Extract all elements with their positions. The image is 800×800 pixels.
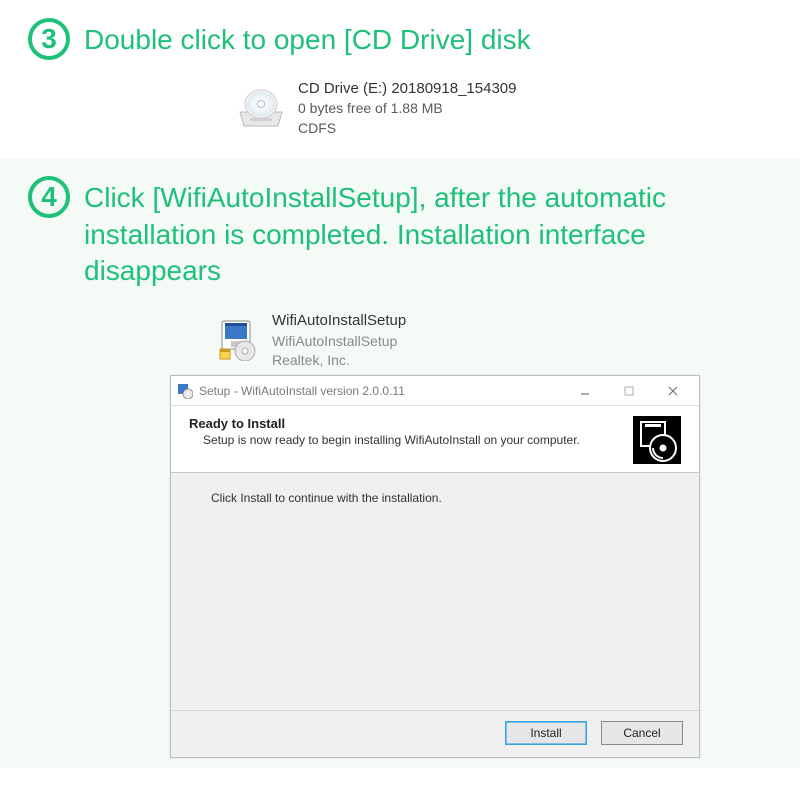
dialog-body-text: Click Install to continue with the insta… [211,491,671,505]
dialog-button-row: Install Cancel [171,711,699,757]
install-button[interactable]: Install [505,721,587,745]
installer-file-text: WifiAutoInstallSetup WifiAutoInstallSetu… [272,311,406,369]
installer-file-item[interactable]: WifiAutoInstallSetup WifiAutoInstallSetu… [218,311,772,369]
installer-file-icon [218,319,260,361]
dialog-header: Ready to Install Setup is now ready to b… [171,406,699,473]
cd-drive-space: 0 bytes free of 1.88 MB [298,99,516,119]
window-buttons [563,377,695,405]
installer-file-vendor: Realtek, Inc. [272,351,406,370]
step-3-badge: 3 [28,18,70,60]
step-3-row: 3 Double click to open [CD Drive] disk [28,18,772,60]
step-3-section: 3 Double click to open [CD Drive] disk [0,0,800,158]
dialog-subheading: Setup is now ready to begin installing W… [189,433,623,447]
step-4-section: 4 Click [WifiAutoInstallSetup], after th… [0,158,800,768]
cd-drive-item[interactable]: CD Drive (E:) 20180918_154309 0 bytes fr… [238,78,772,138]
installer-file-name: WifiAutoInstallSetup [272,311,406,331]
step-4-row: 4 Click [WifiAutoInstallSetup], after th… [28,176,772,289]
cancel-button[interactable]: Cancel [601,721,683,745]
step-4-badge: 4 [28,176,70,218]
cd-drive-text: CD Drive (E:) 20180918_154309 0 bytes fr… [298,78,516,138]
maximize-button[interactable] [607,377,651,405]
close-button[interactable] [651,377,695,405]
dialog-header-text: Ready to Install Setup is now ready to b… [189,416,623,447]
installer-disc-icon [633,416,681,464]
cd-drive-fs: CDFS [298,119,516,139]
dialog-app-icon [177,383,193,399]
installer-file-desc: WifiAutoInstallSetup [272,332,406,351]
dialog-title: Setup - WifiAutoInstall version 2.0.0.11 [199,384,563,398]
setup-dialog: Setup - WifiAutoInstall version 2.0.0.11… [170,375,700,758]
step-3-text: Double click to open [CD Drive] disk [84,18,531,58]
dialog-body: Click Install to continue with the insta… [171,473,699,711]
dialog-titlebar: Setup - WifiAutoInstall version 2.0.0.11 [171,376,699,406]
step-4-text: Click [WifiAutoInstallSetup], after the … [84,176,772,289]
cd-drive-name: CD Drive (E:) 20180918_154309 [298,78,516,99]
minimize-button[interactable] [563,377,607,405]
dialog-heading: Ready to Install [189,416,623,431]
cd-drive-icon [238,88,284,128]
